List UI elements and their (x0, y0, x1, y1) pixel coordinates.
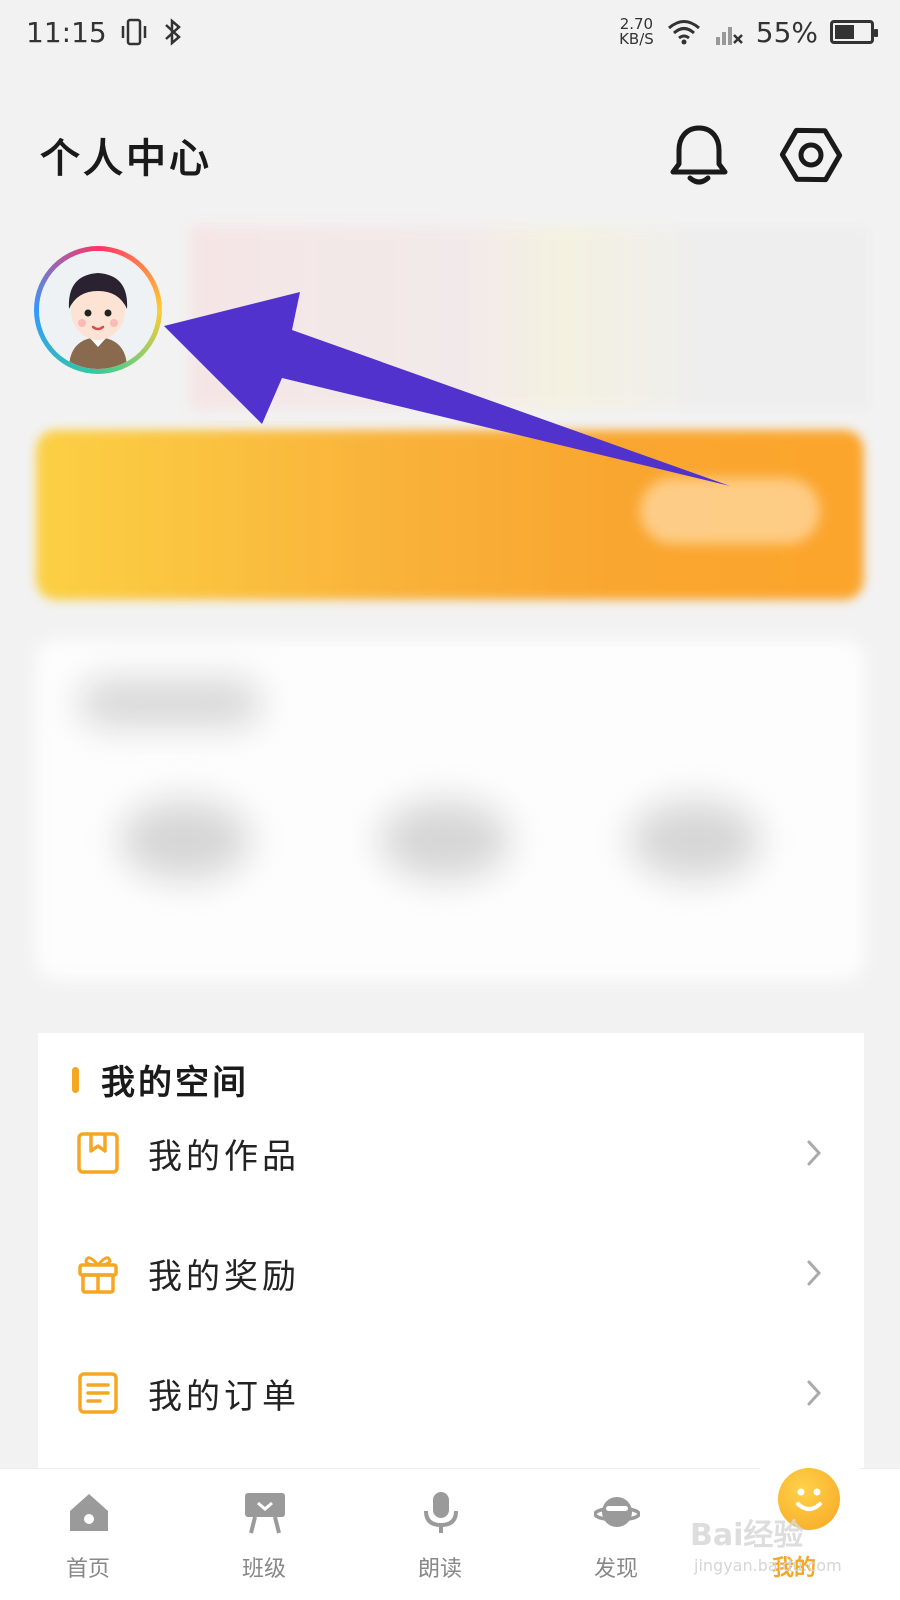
nav-label: 班级 (241, 1557, 286, 1582)
chevron-right-icon (807, 1140, 822, 1166)
no-signal-icon (715, 27, 743, 45)
status-right: 2.70 KB/S 55% (619, 15, 878, 49)
bookmark-doc-icon (77, 1132, 119, 1174)
wifi-icon (667, 20, 700, 45)
menu-item-label: 我的奖励 (148, 1256, 300, 1297)
bell-icon[interactable] (664, 120, 734, 190)
gift-icon (78, 1256, 118, 1294)
status-left: 11:15 (26, 16, 185, 49)
chevron-right-icon (807, 1380, 822, 1406)
page-title: 个人中心 (40, 135, 212, 182)
watermark-url: jingyan.baidu.com (694, 1556, 842, 1575)
avatar-image (39, 251, 157, 369)
nav-item-read-aloud[interactable]: 朗读 (380, 1469, 500, 1600)
profile-info-blurred (190, 226, 870, 410)
nav-label: 首页 (65, 1557, 110, 1582)
vip-banner-button-blurred[interactable] (640, 478, 820, 544)
my-space-header: 我的空间 (72, 1055, 249, 1104)
vibrate-icon (121, 18, 146, 46)
my-space-card: 我的空间 我的作品 我的奖励 我的订单 (38, 1033, 864, 1493)
stats-item-blurred (630, 800, 760, 880)
class-flag-icon (245, 1493, 285, 1534)
menu-item-my-rewards[interactable]: 我的奖励 (38, 1223, 864, 1323)
watermark-logo: Bai经验 (690, 1518, 804, 1553)
battery-icon (830, 20, 878, 44)
nav-item-class[interactable]: 班级 (204, 1469, 324, 1600)
settings-hex-icon[interactable] (776, 120, 846, 190)
status-time: 11:15 (26, 15, 107, 49)
nav-label: 发现 (593, 1557, 638, 1582)
section-accent-bar (72, 1066, 79, 1093)
microphone-icon (424, 1492, 458, 1533)
status-bar: 11:15 2.70 KB/S 55% (0, 0, 900, 64)
avatar[interactable] (34, 246, 162, 374)
my-space-title: 我的空间 (101, 1063, 249, 1103)
battery-percent: 55% (755, 15, 818, 49)
order-list-icon (78, 1372, 118, 1414)
net-speed-unit: KB/S (619, 30, 654, 48)
menu-item-my-works[interactable]: 我的作品 (38, 1103, 864, 1203)
home-icon (70, 1494, 108, 1531)
menu-item-label: 我的订单 (148, 1376, 300, 1417)
chevron-right-icon (807, 1260, 822, 1286)
bluetooth-icon (164, 18, 181, 46)
nav-item-home[interactable]: 首页 (28, 1469, 148, 1600)
battery-fill (835, 25, 854, 39)
stats-item-blurred (120, 800, 250, 880)
stats-heading-blurred (80, 680, 260, 726)
net-speed: 2.70 KB/S (619, 17, 654, 47)
cartoon-boy-avatar-icon (39, 251, 157, 369)
planet-icon (594, 1497, 640, 1527)
nav-item-discover[interactable]: 发现 (556, 1469, 676, 1600)
nav-label: 朗读 (417, 1557, 462, 1582)
menu-item-label: 我的作品 (148, 1136, 300, 1177)
menu-item-my-orders[interactable]: 我的订单 (38, 1343, 864, 1443)
stats-item-blurred (380, 800, 510, 880)
